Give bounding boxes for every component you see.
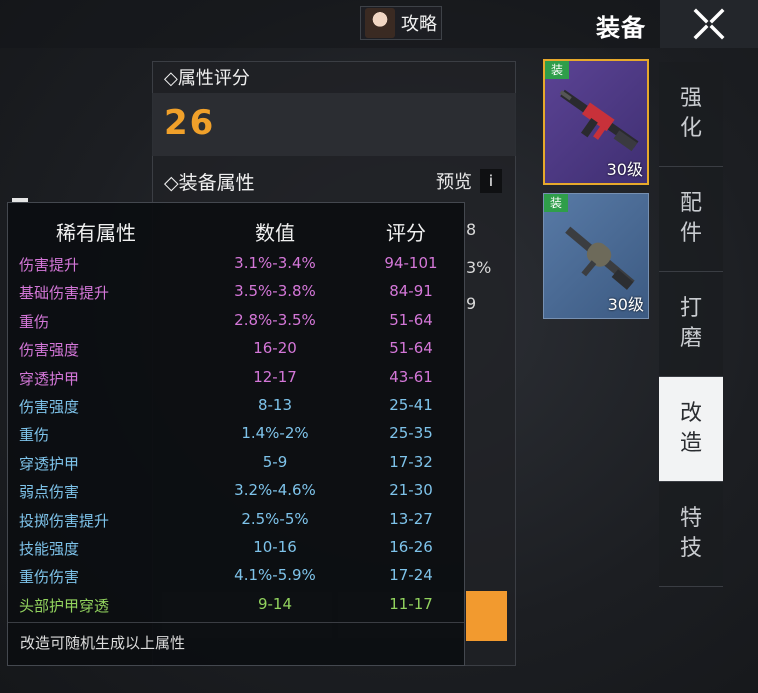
attribute-list: 伤害提升 3.1%-3.4% 94-101 基础伤害提升 3.5%-3.8% 84-91 重… — [7, 250, 465, 620]
tab-label-char: 特 — [679, 506, 702, 531]
attribute-score-range: 17-24 — [389, 566, 433, 585]
attribute-range: 1.4%-2% — [241, 424, 309, 443]
attribute-name: 伤害提升 — [19, 256, 80, 274]
attribute-range: 3.1%-3.4% — [234, 254, 316, 272]
attribute-row: 伤害强度 8-13 25-41 — [7, 392, 465, 420]
attribute-name: 穿透护甲 — [19, 369, 80, 388]
tab-label-char: 配 — [679, 191, 702, 216]
assault-rifle-icon — [559, 89, 639, 152]
attribute-name: 伤害强度 — [19, 398, 80, 416]
tab-label-char: 打 — [679, 296, 702, 321]
attribute-score-range: 25-35 — [389, 424, 433, 443]
tab-label-char: 技 — [679, 536, 702, 561]
attribute-row: 投掷伤害提升 2.5%-5% 13-27 — [7, 506, 465, 534]
attribute-score-range: 51-64 — [389, 339, 433, 358]
info-icon[interactable]: i — [480, 169, 502, 193]
level-label: 30级 — [607, 295, 644, 314]
attribute-range: 2.5%-5% — [241, 509, 309, 528]
attribute-range: 9-14 — [257, 594, 293, 613]
attribute-score-range: 13-27 — [389, 509, 433, 528]
tab-label-char: 改 — [679, 401, 702, 426]
action-button[interactable] — [466, 591, 507, 641]
attribute-value: 3% — [466, 258, 492, 277]
guide-label: 攻略 — [401, 14, 437, 35]
attribute-name: 伤害强度 — [19, 341, 80, 360]
tab-label-char: 件 — [679, 221, 702, 246]
attribute-row: 重伤 2.8%-3.5% 51-64 — [7, 307, 465, 335]
attribute-score-range: 11-17 — [389, 594, 433, 613]
attribute-row: 弱点伤害 3.2%-4.6% 21-30 — [7, 477, 465, 505]
column-header-value: 数值 — [255, 221, 295, 245]
attribute-row: 技能强度 10-16 16-26 — [7, 534, 465, 562]
attribute-name: 重伤 — [19, 312, 50, 331]
attribute-range: 3.5%-3.8% — [234, 282, 316, 301]
attribute-row: 伤害提升 3.1%-3.4% 94-101 — [7, 250, 465, 278]
attribute-range: 2.8%-3.5% — [234, 310, 316, 329]
attribute-name: 基础伤害提升 — [19, 284, 110, 303]
attribute-score-range: 84-91 — [389, 282, 433, 301]
attribute-score-range: 51-64 — [389, 310, 433, 329]
guide-button[interactable]: 攻略 — [360, 6, 442, 40]
attribute-range: 3.2%-4.6% — [234, 481, 316, 500]
close-icon — [693, 8, 725, 40]
attribute-row: 伤害强度 16-20 51-64 — [7, 335, 465, 363]
attribute-name: 投掷伤害提升 — [19, 511, 110, 530]
gear-slot-grenade-launcher[interactable]: 装 30级 — [543, 193, 649, 319]
attribute-row: 穿透护甲 12-17 43-61 — [7, 364, 465, 392]
attribute-row: 穿透护甲 5-9 17-32 — [7, 449, 465, 477]
attribute-row: 头部护甲穿透 9-14 11-17 — [7, 591, 465, 619]
divider — [8, 622, 464, 623]
tab-0[interactable]: 强化 — [659, 62, 723, 167]
attribute-score-range: 17-32 — [389, 452, 433, 471]
attribute-row: 重伤 1.4%-2% 25-35 — [7, 420, 465, 448]
attribute-name: 头部护甲穿透 — [19, 596, 110, 615]
tab-3[interactable]: 改造 — [659, 377, 723, 482]
guide-avatar — [365, 8, 395, 38]
attribute-score-range: 25-41 — [389, 396, 433, 414]
attribute-score: 26 — [164, 103, 216, 143]
equipped-tag: 装 — [544, 194, 568, 212]
attribute-name: 穿透护甲 — [19, 454, 80, 473]
level-label: 30级 — [606, 160, 643, 179]
attribute-score-range: 16-26 — [389, 538, 433, 556]
attribute-row: 重伤伤害 4.1%-5.9% 17-24 — [7, 562, 465, 590]
tab-4[interactable]: 特技 — [659, 482, 723, 587]
close-button[interactable] — [660, 0, 758, 48]
preview-label[interactable]: 预览 — [436, 168, 472, 194]
attribute-name: 弱点伤害 — [19, 483, 80, 502]
column-header-rarity: 稀有属性 — [56, 221, 136, 245]
attribute-value: 8 — [466, 220, 477, 239]
attribute-range: 4.1%-5.9% — [234, 566, 316, 585]
tab-2[interactable]: 打磨 — [659, 272, 723, 377]
attribute-name: 重伤伤害 — [19, 568, 80, 587]
attribute-name: 技能强度 — [19, 540, 80, 558]
attribute-range: 10-16 — [253, 538, 297, 556]
tab-label-char: 造 — [679, 431, 702, 456]
attribute-score-range: 21-30 — [389, 481, 433, 500]
tab-1[interactable]: 配件 — [659, 167, 723, 272]
attribute-score-range: 43-61 — [389, 367, 433, 386]
equipped-tag: 装 — [545, 61, 569, 79]
attribute-range: 5-9 — [262, 452, 288, 471]
attribute-range: 12-17 — [253, 367, 297, 386]
gear-slot-rifle[interactable]: 装 30级 — [543, 59, 649, 185]
page-title: 装备 — [596, 14, 646, 42]
attribute-range: 8-13 — [257, 396, 293, 414]
tab-label-char: 磨 — [679, 326, 702, 351]
attribute-range: 16-20 — [253, 339, 297, 358]
tab-label-char: 强 — [679, 86, 702, 111]
tab-label-char: 化 — [679, 116, 702, 141]
score-section-title: ◇属性评分 — [164, 68, 250, 89]
side-tabs: 强化配件打磨改造特技 — [659, 62, 723, 587]
attribute-score-range: 94-101 — [384, 254, 438, 272]
attribute-name: 重伤 — [19, 426, 50, 445]
popup-footer-note: 改造可随机生成以上属性 — [20, 634, 186, 652]
attribute-value: 9 — [466, 294, 477, 313]
attribute-row: 基础伤害提升 3.5%-3.8% 84-91 — [7, 278, 465, 306]
column-header-score: 评分 — [386, 221, 426, 245]
